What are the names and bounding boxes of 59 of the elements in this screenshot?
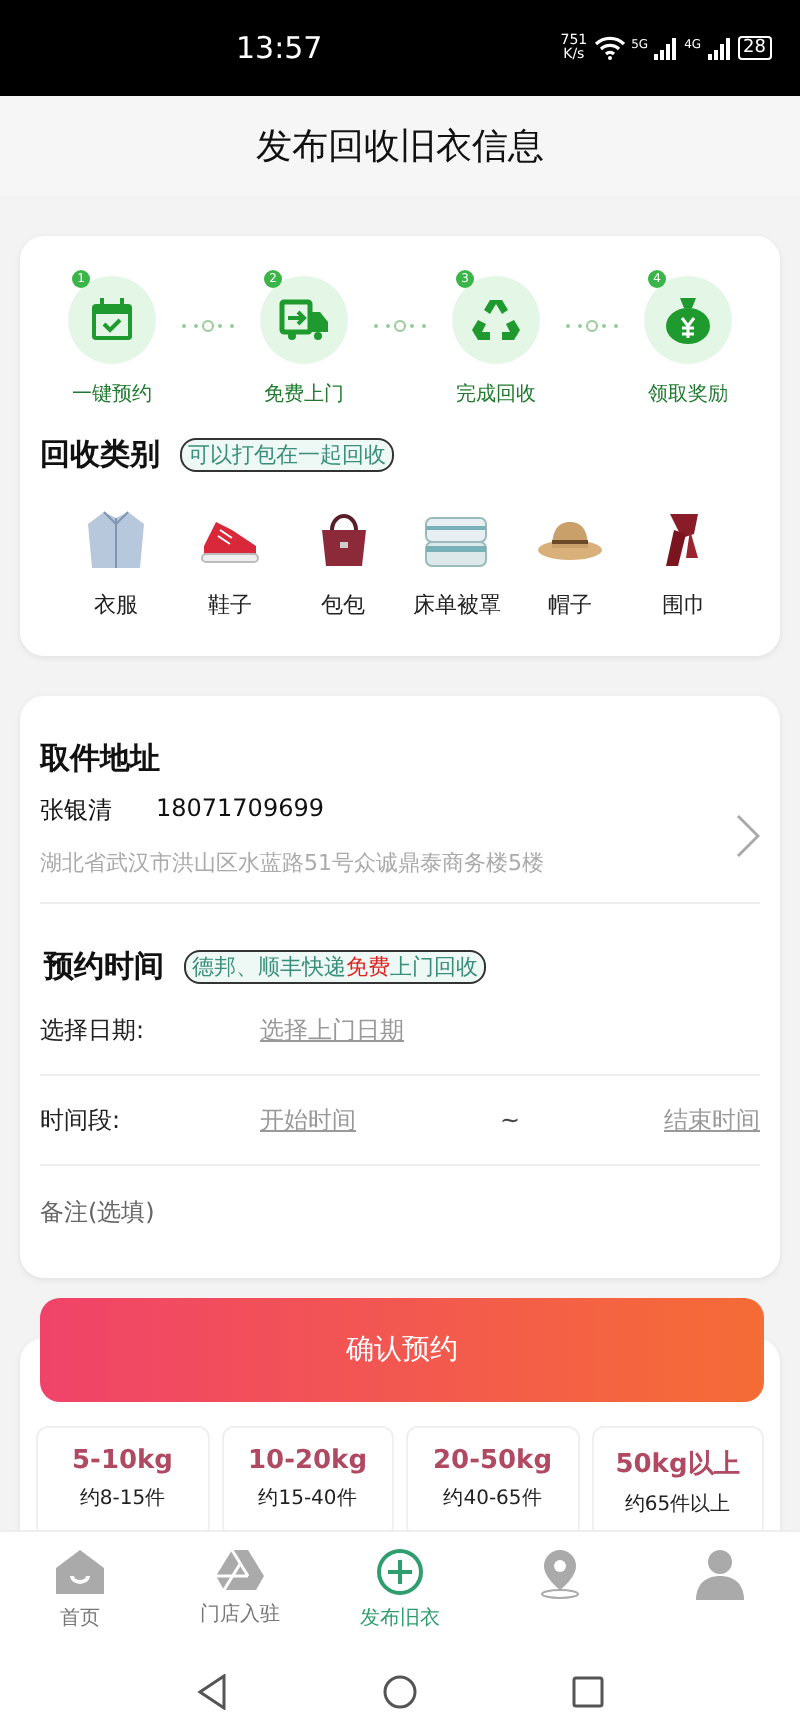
person-icon	[694, 1548, 746, 1600]
contact-phone: 18071709699	[156, 794, 324, 826]
category-label: 鞋子	[207, 590, 252, 620]
dotted-connector-icon	[370, 320, 430, 332]
category-label: 包包	[321, 590, 366, 620]
field-label: 选择日期:	[40, 1013, 147, 1047]
category-label: 围巾	[661, 590, 706, 620]
tab-item[interactable]: 发布旧衣	[330, 1548, 470, 1632]
confirm-button[interactable]: 确认预约	[40, 1298, 764, 1402]
range-separator: ~	[499, 1106, 521, 1134]
category-label: 衣服	[94, 590, 138, 620]
recents-icon[interactable]	[571, 1676, 604, 1708]
item-count: 约40-65件	[443, 1486, 542, 1512]
home-circle-icon[interactable]	[381, 1674, 418, 1710]
home-icon	[54, 1548, 106, 1596]
start-time-field[interactable]: 开始时间	[260, 1103, 356, 1137]
tag: 德邦、顺丰快递免费上门回收	[184, 950, 486, 984]
step-label: 免费上门	[264, 381, 344, 408]
calendar-icon	[88, 296, 136, 344]
step-label: 完成回收	[456, 381, 536, 408]
contact-name: 张银清	[40, 794, 112, 828]
back-icon[interactable]	[196, 1674, 229, 1710]
dotted-connector-icon	[562, 320, 622, 332]
section-title: 回收类别	[40, 436, 160, 474]
signal-icon	[707, 37, 732, 59]
dotted-connector-icon	[178, 320, 238, 332]
page-title: 发布回收旧衣信息	[256, 124, 544, 170]
section-title: 预约时间	[44, 948, 164, 986]
triangle-icon	[216, 1548, 264, 1592]
end-time-field[interactable]: 结束时间	[664, 1103, 760, 1137]
address-text: 湖北省武汉市洪山区水蓝路51号众诚鼎泰商务楼5楼	[40, 848, 544, 878]
section-title: 取件地址	[40, 740, 162, 778]
jacket-icon[interactable]	[82, 506, 150, 574]
step-label: 一键预约	[72, 381, 152, 408]
money-bag-icon	[664, 294, 712, 346]
add-icon	[376, 1548, 424, 1596]
weight-range: 20-50kg	[432, 1446, 553, 1476]
step-label: 领取奖励	[648, 382, 728, 408]
location-pin-icon	[538, 1548, 582, 1600]
wifi-icon	[593, 36, 626, 60]
item-count: 约65件以上	[624, 1491, 731, 1518]
battery-level: 28	[737, 36, 772, 60]
note-input-field[interactable]: 备注(选填)	[40, 1166, 760, 1258]
signal-icon	[654, 37, 679, 59]
status-time: 13:57	[236, 30, 323, 66]
truck-icon	[278, 298, 330, 342]
recycle-icon	[470, 296, 522, 344]
tab-item[interactable]: 门店入驻	[170, 1548, 310, 1628]
category-label: 床单被罩	[412, 590, 501, 620]
category-label: 帽子	[548, 590, 593, 620]
weight-range: 50kg以上	[615, 1448, 740, 1482]
tag: 可以打包在一起回收	[180, 438, 394, 472]
item-count: 约15-40件	[258, 1486, 357, 1512]
weight-range: 10-20kg	[247, 1446, 368, 1476]
tab-item[interactable]: 首页	[10, 1548, 150, 1632]
weight-range: 5-10kg	[72, 1446, 173, 1476]
field-label: 时间段:	[40, 1103, 123, 1137]
date-picker-field[interactable]: 选择上门日期	[260, 1013, 404, 1047]
item-count: 约8-15件	[79, 1486, 166, 1512]
